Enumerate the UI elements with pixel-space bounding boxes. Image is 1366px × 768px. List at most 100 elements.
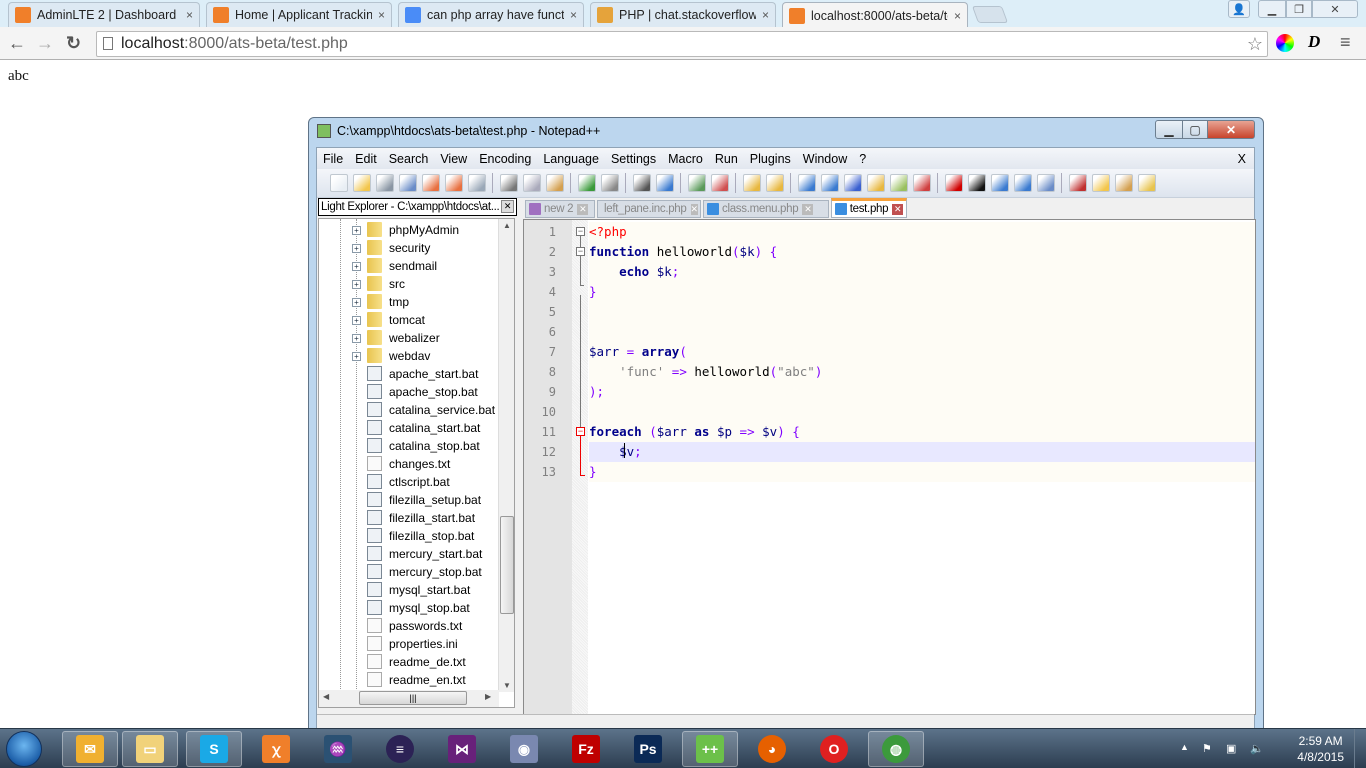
- code-line[interactable]: [589, 322, 1255, 342]
- action-center-flag-icon[interactable]: ⚑: [1202, 742, 1216, 756]
- tree-item[interactable]: catalina_start.bat: [319, 419, 499, 437]
- npp-close-button[interactable]: ✕: [1207, 120, 1255, 139]
- document-tab[interactable]: new 2 ✕: [525, 200, 595, 218]
- paste-icon[interactable]: [545, 174, 564, 192]
- taskbar-app-visual-studio[interactable]: ⋈: [434, 731, 490, 767]
- tree-item[interactable]: + webdav: [319, 347, 499, 365]
- code-line[interactable]: $v;: [589, 442, 1255, 462]
- clock[interactable]: 2:59 AM 4/8/2015: [1297, 733, 1344, 765]
- tree-item[interactable]: + tmp: [319, 293, 499, 311]
- code-line[interactable]: }: [589, 462, 1255, 482]
- tree-item[interactable]: filezilla_stop.bat: [319, 527, 499, 545]
- menu-help[interactable]: ?: [859, 152, 866, 166]
- volume-muted-icon[interactable]: 🔈: [1250, 742, 1264, 756]
- tree-item[interactable]: mysql_start.bat: [319, 581, 499, 599]
- document-tab[interactable]: class.menu.php ✕: [703, 200, 829, 218]
- color-picker-extension-icon[interactable]: [1276, 34, 1294, 52]
- profile-icon[interactable]: 👤: [1228, 0, 1250, 18]
- taskbar-app-explorer[interactable]: ▭: [122, 731, 178, 767]
- tree-item[interactable]: changes.txt: [319, 455, 499, 473]
- menu-edit[interactable]: Edit: [355, 152, 377, 166]
- menu-macro[interactable]: Macro: [668, 152, 703, 166]
- tree-item[interactable]: + security: [319, 239, 499, 257]
- doc-map-icon[interactable]: [889, 174, 908, 192]
- extension-d-icon[interactable]: D: [1308, 32, 1320, 52]
- document-tab[interactable]: test.php ✕: [831, 198, 907, 218]
- udl-icon[interactable]: [866, 174, 885, 192]
- tab-close-icon[interactable]: ×: [186, 8, 193, 22]
- code-line[interactable]: foreach ($arr as $p => $v) {: [589, 422, 1255, 442]
- browser-tab[interactable]: PHP | chat.stackoverflow.c ×: [590, 2, 776, 27]
- taskbar-app-network-globe[interactable]: ◉: [496, 731, 552, 767]
- taskbar-app-outlook[interactable]: ✉: [62, 731, 118, 767]
- tree-item[interactable]: + tomcat: [319, 311, 499, 329]
- scroll-up-icon[interactable]: ▲: [503, 221, 511, 230]
- zoom-in-icon[interactable]: [687, 174, 706, 192]
- tree-item[interactable]: ctlscript.bat: [319, 473, 499, 491]
- tree-item[interactable]: catalina_service.bat: [319, 401, 499, 419]
- save-icon[interactable]: [375, 174, 394, 192]
- tree-item[interactable]: properties.ini: [319, 635, 499, 653]
- replace-icon[interactable]: [655, 174, 674, 192]
- back-icon[interactable]: ←: [8, 33, 26, 54]
- fold-toggle-icon[interactable]: −: [576, 227, 585, 236]
- forward-icon[interactable]: →: [36, 33, 54, 54]
- taskbar-app-filezilla[interactable]: Fz: [558, 731, 614, 767]
- code-line[interactable]: [589, 302, 1255, 322]
- npp-minimize-button[interactable]: ▁: [1155, 120, 1183, 139]
- folder-link-icon[interactable]: [1137, 174, 1156, 192]
- new-file-icon[interactable]: [329, 174, 348, 192]
- tab-close-icon[interactable]: ✕: [892, 203, 903, 215]
- tree-hscroll-thumb[interactable]: |||: [359, 691, 467, 705]
- fold-toggle-icon[interactable]: −: [576, 427, 585, 436]
- save-all-icon[interactable]: [398, 174, 417, 192]
- fold-toggle-icon[interactable]: −: [576, 247, 585, 256]
- taskbar-app-mysql-workbench[interactable]: ♒: [310, 731, 366, 767]
- record-macro-icon[interactable]: [944, 174, 963, 192]
- tree-item[interactable]: filezilla_start.bat: [319, 509, 499, 527]
- close-all-icon[interactable]: [444, 174, 463, 192]
- show-desktop-button[interactable]: [1354, 729, 1366, 768]
- run-macro-multiple-icon[interactable]: [1013, 174, 1032, 192]
- open-file-icon[interactable]: [352, 174, 371, 192]
- expand-icon[interactable]: +: [352, 334, 361, 343]
- save-macro-icon[interactable]: [1036, 174, 1055, 192]
- copy-icon[interactable]: [522, 174, 541, 192]
- tree-item[interactable]: + webalizer: [319, 329, 499, 347]
- code-line[interactable]: <?php: [589, 222, 1255, 242]
- tree-item[interactable]: mercury_start.bat: [319, 545, 499, 563]
- browser-tab[interactable]: AdminLTE 2 | Dashboard ×: [8, 2, 200, 27]
- indent-guide-icon[interactable]: [843, 174, 862, 192]
- browser-tab[interactable]: localhost:8000/ats-beta/te ×: [782, 2, 968, 28]
- minimize-button[interactable]: ▁: [1258, 0, 1286, 18]
- scroll-left-icon[interactable]: ◀: [323, 692, 329, 701]
- close-panel-icon[interactable]: ✕: [501, 200, 514, 213]
- menu-settings[interactable]: Settings: [611, 152, 656, 166]
- tree-item[interactable]: + src: [319, 275, 499, 293]
- code-line[interactable]: }: [589, 282, 1255, 302]
- code-line[interactable]: [589, 402, 1255, 422]
- tree-vertical-scrollbar[interactable]: ▲ ▼: [498, 219, 514, 692]
- document-tab[interactable]: left_pane.inc.php ✕: [597, 200, 701, 218]
- taskbar-app-xampp[interactable]: ꭓ: [248, 731, 304, 767]
- tree-item[interactable]: filezilla_setup.bat: [319, 491, 499, 509]
- expand-icon[interactable]: +: [352, 244, 361, 253]
- show-hidden-icons[interactable]: ▲: [1180, 742, 1194, 756]
- menu-icon[interactable]: ≡: [1340, 32, 1351, 53]
- expand-icon[interactable]: +: [352, 226, 361, 235]
- spell-check-icon[interactable]: [1068, 174, 1087, 192]
- tab-close-icon[interactable]: ×: [762, 8, 769, 22]
- browser-tab[interactable]: Home | Applicant Tracking ×: [206, 2, 392, 27]
- tree-item[interactable]: mysql_stop.bat: [319, 599, 499, 617]
- menu-search[interactable]: Search: [389, 152, 429, 166]
- code-line[interactable]: $arr = array(: [589, 342, 1255, 362]
- taskbar-app-eclipse[interactable]: ≡: [372, 731, 428, 767]
- bookmark-star-icon[interactable]: ☆: [1247, 32, 1263, 56]
- taskbar-app-notepad-plus-plus[interactable]: ++: [682, 731, 738, 767]
- menu-window[interactable]: Window: [803, 152, 847, 166]
- tree-item[interactable]: mercury_stop.bat: [319, 563, 499, 581]
- tree-scroll-thumb[interactable]: [500, 516, 514, 614]
- code-editor[interactable]: 1 2 3 4 5 6 7 8 9 10 11 12 13 <?php function hellowor…: [523, 219, 1256, 715]
- address-bar[interactable]: localhost:8000/ats-beta/test.php ☆: [96, 31, 1268, 57]
- tab-close-icon[interactable]: ×: [570, 8, 577, 22]
